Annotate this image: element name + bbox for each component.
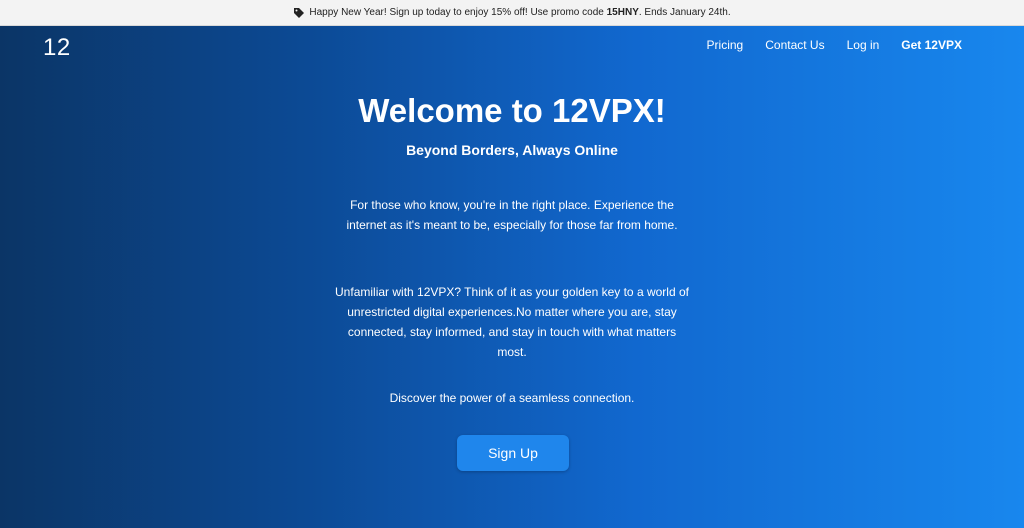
banner-text-after: . Ends January 24th.: [638, 7, 731, 18]
nav-get-12vpx[interactable]: Get 12VPX: [901, 38, 962, 52]
hero-title: Welcome to 12VPX!: [358, 92, 666, 129]
nav-log-in[interactable]: Log in: [847, 38, 880, 52]
nav-contact-us[interactable]: Contact Us: [765, 38, 824, 52]
hero-paragraph-2: Unfamiliar with 12VPX? Think of it as yo…: [335, 285, 689, 359]
hero-paragraph-1: For those who know, you're in the right …: [346, 198, 678, 232]
sign-up-button[interactable]: Sign Up: [457, 435, 569, 471]
hero-subtitle: Beyond Borders, Always Online: [406, 142, 618, 158]
nav-pricing[interactable]: Pricing: [707, 38, 744, 52]
hero-paragraph-3: Discover the power of a seamless connect…: [389, 391, 635, 405]
hero-section: 12 Pricing Contact Us Log in Get 12VPX W…: [0, 26, 1024, 528]
promo-banner: Happy New Year! Sign up today to enjoy 1…: [0, 0, 1024, 26]
tag-icon: [293, 7, 305, 19]
site-logo[interactable]: 12: [43, 34, 71, 62]
main-nav: Pricing Contact Us Log in Get 12VPX: [685, 38, 962, 52]
promo-code: 15HNY: [606, 7, 639, 18]
banner-text-before: Happy New Year! Sign up today to enjoy 1…: [309, 7, 604, 18]
